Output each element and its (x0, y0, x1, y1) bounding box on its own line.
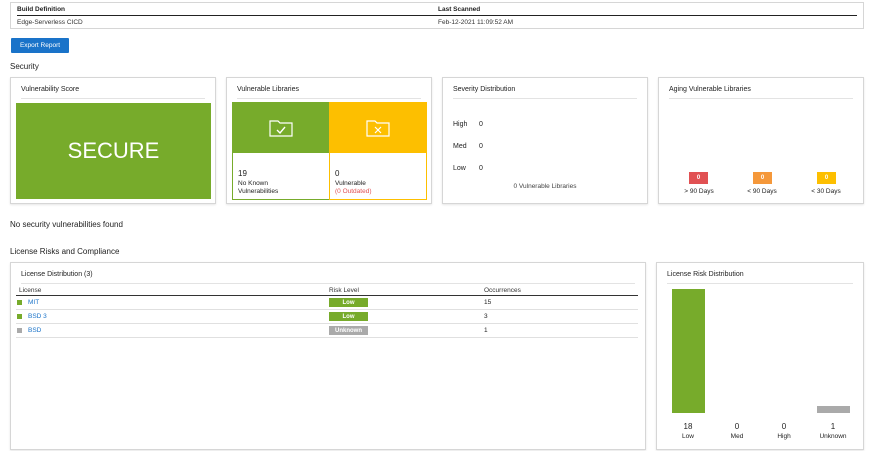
vulnerability-score-value: SECURE (16, 103, 211, 199)
divider (21, 98, 205, 99)
secure-label-line-1: No Known (238, 180, 268, 187)
bar-category-label: Med (730, 433, 744, 440)
aging-under-30-label: < 30 Days (811, 188, 841, 195)
license-risk-distribution-card: License Risk Distribution 18 Low 0 Med 0 High… (656, 262, 864, 450)
security-section-title: Security (10, 62, 39, 71)
bar-value-label: 0 (734, 422, 740, 431)
bar-low[interactable] (671, 289, 705, 413)
build-info-table: Build Definition Last Scanned Edge-Serve… (10, 2, 864, 29)
aging-over-90-badge[interactable]: 0 (689, 172, 708, 184)
license-column-header[interactable]: License (19, 287, 41, 294)
card-title: Aging Vulnerable Libraries (669, 86, 751, 93)
aging-vulnerable-libraries-card: Aging Vulnerable Libraries 0 > 90 Days 0… (658, 77, 864, 204)
last-scanned-header: Last Scanned (438, 6, 481, 13)
vulnerable-libraries-panel[interactable]: 0 Vulnerable (0 Outdated) (329, 102, 427, 200)
license-color-marker (17, 314, 22, 319)
secure-libraries-header (233, 103, 329, 153)
table-row: BSD 3 Low 3 (16, 310, 638, 324)
secure-label: No Known Vulnerabilities (238, 180, 278, 196)
license-link[interactable]: BSD (28, 327, 41, 334)
outdated-label: (0 Outdated) (335, 188, 372, 195)
severity-low-value: 0 (479, 165, 483, 172)
vulnerable-libraries-header (330, 103, 426, 153)
bar-category-label: Low (682, 433, 694, 440)
risk-badge: Low (329, 298, 368, 307)
aging-over-90-label: > 90 Days (684, 188, 714, 195)
card-title: License Risk Distribution (667, 271, 744, 278)
severity-high-value: 0 (479, 121, 483, 128)
divider (17, 15, 857, 16)
occurrences-value: 3 (484, 313, 488, 320)
export-report-button[interactable]: Export Report (11, 38, 69, 53)
risk-level-column-header[interactable]: Risk Level (329, 287, 359, 294)
vulnerable-count: 0 (335, 169, 340, 178)
severity-med-value: 0 (479, 143, 483, 150)
bar-category-label: Unknown (819, 433, 847, 440)
occurrences-value: 15 (484, 299, 492, 306)
severity-med-label: Med (453, 143, 467, 150)
divider (453, 98, 637, 99)
vulnerable-libraries-total: 0 Vulnerable Libraries (513, 183, 577, 190)
card-title: Vulnerability Score (21, 86, 80, 93)
table-row: BSD Unknown 1 (16, 324, 638, 338)
occurrences-value: 1 (484, 327, 488, 334)
license-link[interactable]: BSD 3 (28, 313, 47, 320)
aging-under-90-label: < 90 Days (747, 188, 777, 195)
table-row: MIT Low 15 (16, 296, 638, 310)
severity-high-label: High (453, 121, 468, 128)
divider (21, 283, 635, 284)
secure-libraries-panel[interactable]: 19 No Known Vulnerabilities (232, 102, 330, 200)
last-scanned-value: Feb-12-2021 11:09:52 AM (438, 19, 514, 26)
divider (667, 283, 853, 284)
severity-distribution-card: Severity Distribution High 0 Med 0 Low 0… (442, 77, 648, 204)
secure-label-line-2: Vulnerabilities (238, 188, 279, 195)
card-title: Vulnerable Libraries (237, 86, 299, 93)
build-definition-header: Build Definition (17, 6, 66, 13)
severity-low-label: Low (453, 165, 466, 172)
card-title: Severity Distribution (453, 86, 516, 93)
security-status-message: No security vulnerabilities found (10, 220, 123, 229)
aging-under-90-badge[interactable]: 0 (753, 172, 772, 184)
divider (237, 98, 421, 99)
vulnerable-label-line: Vulnerable (335, 180, 366, 187)
vulnerability-score-card: Vulnerability Score SECURE (10, 77, 216, 204)
risk-badge: Low (329, 312, 368, 321)
bar-value-label: 1 (830, 422, 836, 431)
bar-value-label: 0 (781, 422, 787, 431)
bar-unknown[interactable] (816, 406, 850, 413)
license-section-title: License Risks and Compliance (10, 247, 120, 256)
folder-x-icon (366, 120, 390, 137)
secure-count: 19 (238, 169, 247, 178)
bar-category-label: High (777, 433, 791, 440)
risk-badge: Unknown (329, 326, 368, 335)
folder-check-icon (269, 120, 293, 137)
aging-under-30-badge[interactable]: 0 (817, 172, 836, 184)
build-definition-value: Edge-Serverless CICD (17, 19, 83, 26)
license-distribution-card: License Distribution (3) License Risk Le… (10, 262, 646, 450)
vulnerable-libraries-card: Vulnerable Libraries 19 No Known Vulnera… (226, 77, 432, 204)
occurrences-column-header[interactable]: Occurrences (484, 287, 521, 294)
license-color-marker (17, 300, 22, 305)
license-color-marker (17, 328, 22, 333)
divider (669, 98, 853, 99)
vulnerable-label: Vulnerable (0 Outdated) (335, 180, 372, 196)
bar-value-label: 18 (683, 422, 693, 431)
license-link[interactable]: MIT (28, 299, 39, 306)
card-title: License Distribution (3) (21, 271, 93, 278)
